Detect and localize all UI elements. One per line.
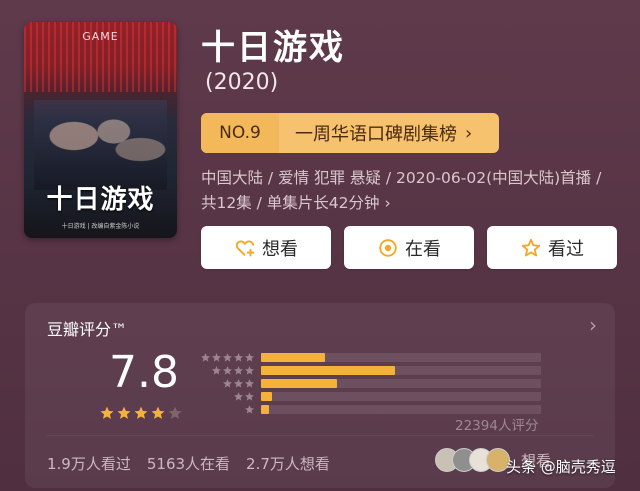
star-icon bbox=[234, 353, 243, 362]
circle-dot-icon bbox=[379, 238, 397, 257]
watch-stats: 1.9万人看过 5163人在看 2.7万人想看 bbox=[47, 453, 330, 474]
star-icon bbox=[245, 379, 254, 388]
page-title: 十日游戏 bbox=[201, 28, 345, 68]
star-icon bbox=[212, 353, 221, 362]
rating-distribution bbox=[197, 351, 541, 416]
subject-meta[interactable]: 中国大陆 / 爱情 犯罪 悬疑 / 2020-06-02(中国大陆)首播 / 共… bbox=[201, 166, 621, 216]
distribution-track bbox=[261, 366, 541, 375]
want-count[interactable]: 2.7万人想看 bbox=[246, 453, 330, 474]
star-icon bbox=[134, 406, 148, 419]
release-year: (2020) bbox=[205, 70, 279, 95]
panel-divider bbox=[47, 435, 593, 436]
poster-subtext: 十日游戏 | 改编自紫金陈小说 bbox=[61, 223, 140, 230]
star-outline-icon bbox=[521, 238, 541, 256]
distribution-row bbox=[197, 390, 541, 403]
distribution-track bbox=[261, 379, 541, 388]
chevron-right-icon: › bbox=[465, 122, 473, 144]
star-icon bbox=[223, 366, 232, 375]
distribution-track bbox=[261, 405, 541, 414]
star-icon bbox=[234, 379, 243, 388]
rating-title: 豆瓣评分™ bbox=[47, 320, 128, 339]
star-icon bbox=[100, 406, 114, 419]
distribution-stars bbox=[197, 365, 255, 376]
watching-count[interactable]: 5163人在看 bbox=[147, 453, 230, 474]
distribution-row bbox=[197, 377, 541, 390]
watched-count[interactable]: 1.9万人看过 bbox=[47, 453, 131, 474]
star-icon bbox=[245, 366, 254, 375]
star-icon bbox=[245, 392, 254, 401]
star-icon bbox=[212, 366, 221, 375]
watched-label: 看过 bbox=[548, 238, 584, 260]
rank-list: 一周华语口碑剧集榜 › bbox=[279, 113, 499, 153]
action-buttons: 想看 在看 看过 bbox=[201, 226, 617, 269]
subject-page: GAME 十日游戏 十日游戏 | 改编自紫金陈小说 十日游戏 (2020) NO… bbox=[0, 0, 640, 491]
poster-title-art: 十日游戏 bbox=[46, 185, 155, 215]
distribution-track bbox=[261, 392, 541, 401]
rank-badge[interactable]: NO.9 一周华语口碑剧集榜 › bbox=[201, 113, 499, 153]
distribution-stars bbox=[197, 391, 255, 402]
star-icon bbox=[201, 353, 210, 362]
poster-image[interactable]: GAME 十日游戏 十日游戏 | 改编自紫金陈小说 bbox=[24, 22, 177, 238]
poster-top-text: GAME bbox=[82, 30, 119, 43]
watching-button[interactable]: 在看 bbox=[344, 226, 474, 269]
rank-list-label: 一周华语口碑剧集榜 bbox=[295, 124, 457, 145]
star-icon bbox=[245, 353, 254, 362]
watching-label: 在看 bbox=[405, 238, 441, 260]
star-icon bbox=[168, 406, 182, 419]
distribution-bar bbox=[261, 353, 326, 362]
want-to-watch-button[interactable]: 想看 bbox=[201, 226, 331, 269]
heart-plus-icon bbox=[235, 240, 255, 256]
star-icon bbox=[223, 353, 232, 362]
distribution-row bbox=[197, 364, 541, 377]
rank-number: NO.9 bbox=[201, 113, 279, 153]
star-icon bbox=[234, 366, 243, 375]
star-icon bbox=[117, 406, 131, 419]
rating-stars bbox=[99, 405, 183, 421]
chevron-right-icon[interactable]: › bbox=[589, 313, 597, 337]
distribution-bar bbox=[261, 405, 270, 414]
distribution-stars bbox=[197, 352, 255, 363]
distribution-stars bbox=[197, 378, 255, 389]
watched-button[interactable]: 看过 bbox=[487, 226, 617, 269]
star-icon bbox=[223, 379, 232, 388]
distribution-row bbox=[197, 351, 541, 364]
poster-cast-art bbox=[34, 100, 167, 190]
star-icon bbox=[245, 405, 254, 414]
distribution-track bbox=[261, 353, 541, 362]
rating-score: 7.8 bbox=[109, 347, 179, 398]
distribution-bar bbox=[261, 379, 337, 388]
want-to-watch-label: 想看 bbox=[262, 238, 298, 260]
watermark: 头条 @脑壳秀逗 bbox=[506, 458, 616, 476]
meta-text: 中国大陆 / 爱情 犯罪 悬疑 / 2020-06-02(中国大陆)首播 / 共… bbox=[201, 169, 602, 212]
distribution-bar bbox=[261, 366, 396, 375]
rating-votes: 22394人评分 bbox=[455, 418, 539, 434]
star-icon bbox=[234, 392, 243, 401]
chevron-right-icon: › bbox=[384, 194, 391, 212]
distribution-stars bbox=[197, 404, 255, 415]
distribution-bar bbox=[261, 392, 273, 401]
star-icon bbox=[151, 406, 165, 419]
